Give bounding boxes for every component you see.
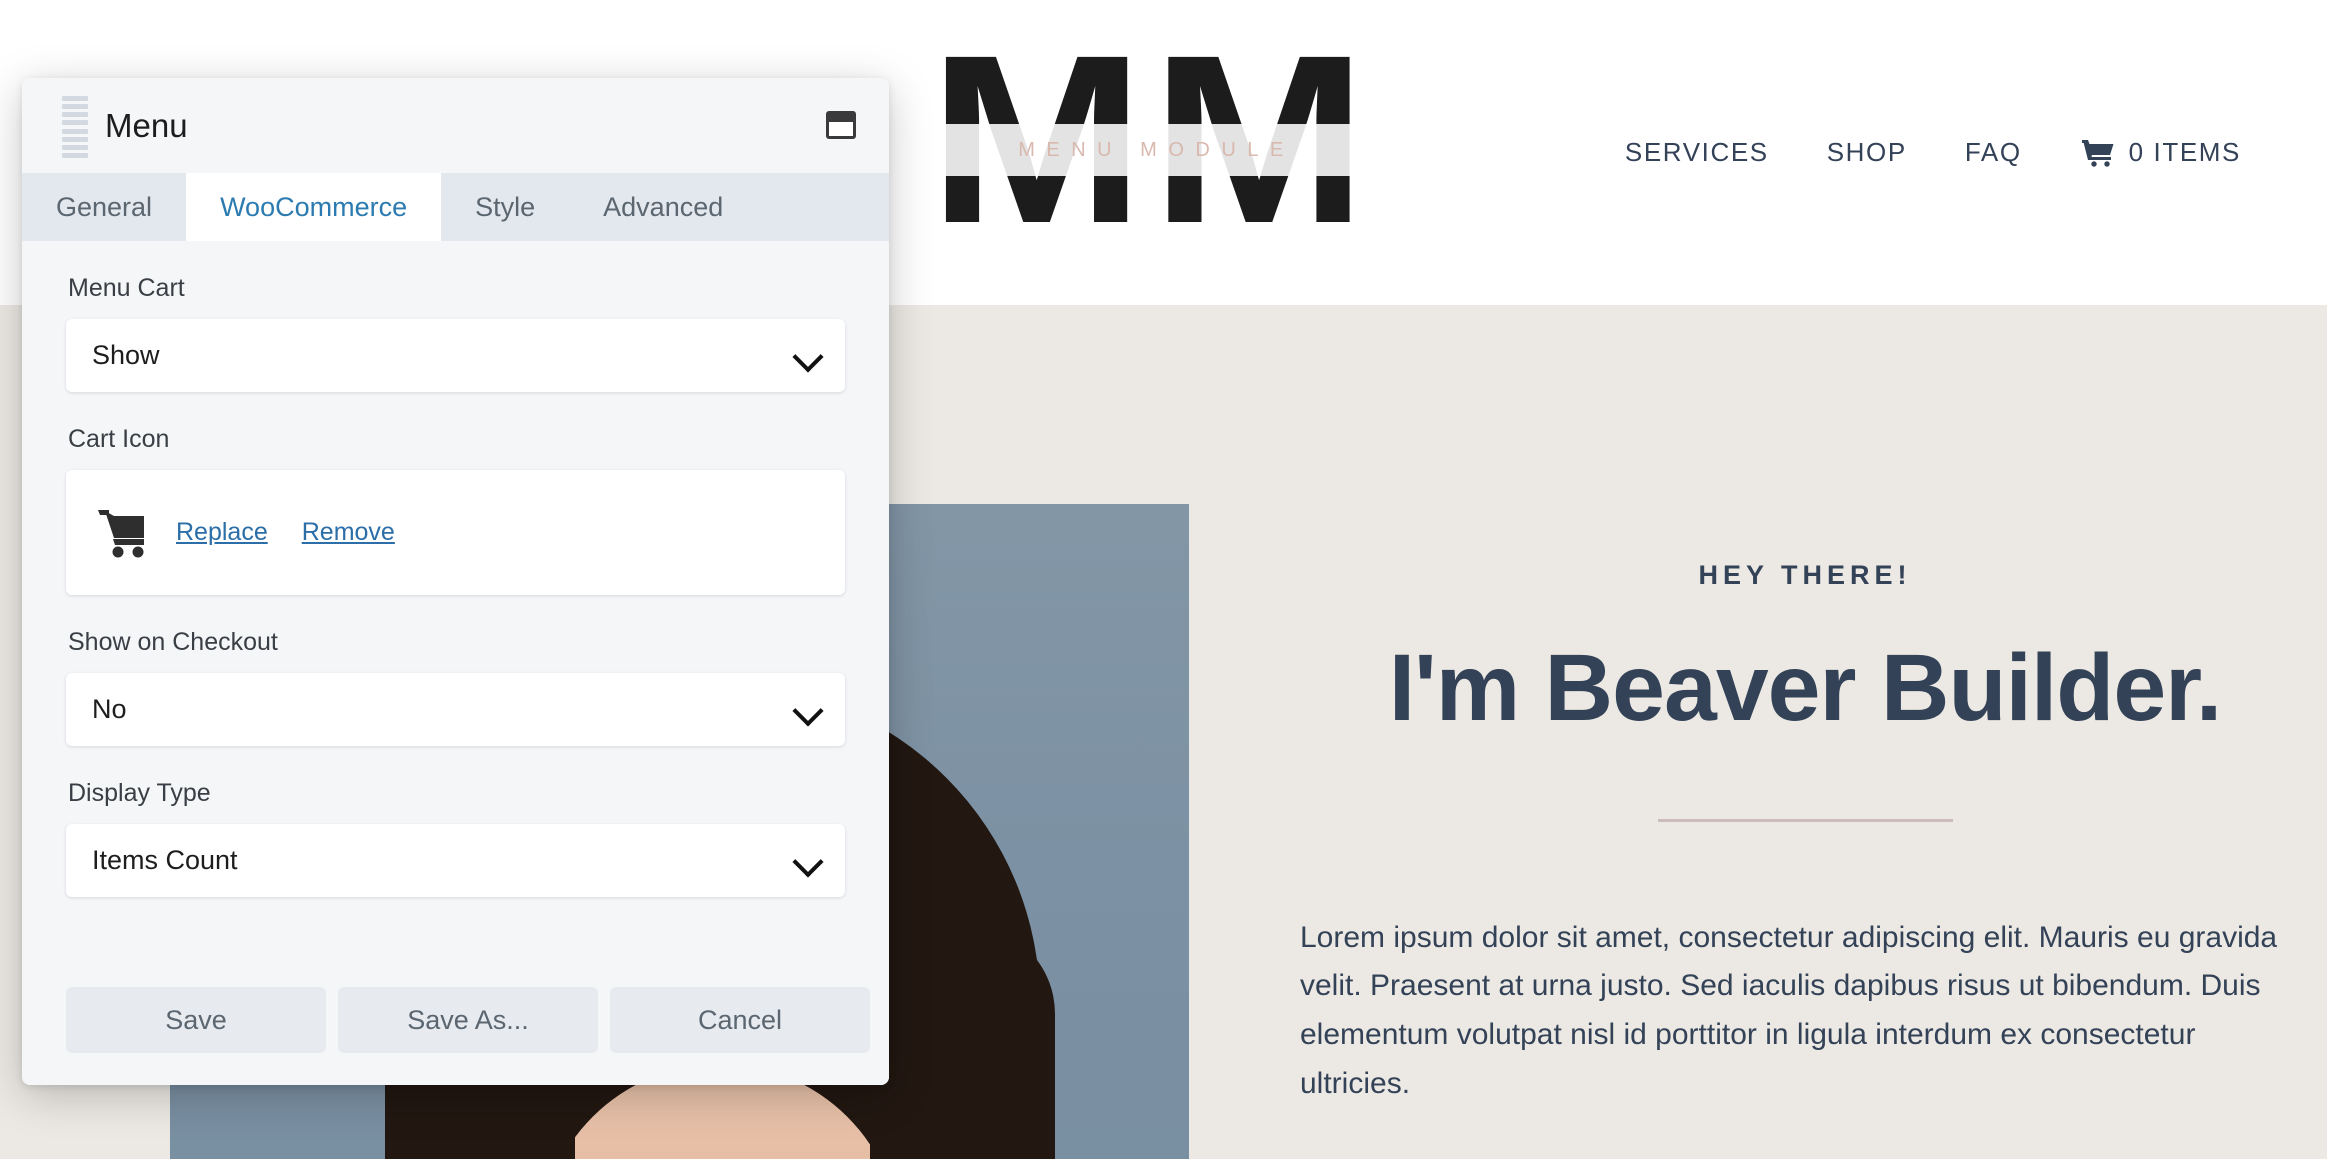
field-label-menu-cart: Menu Cart [68,274,185,302]
shopping-cart-icon [2081,139,2114,167]
nav-link-shop[interactable]: SHOP [1798,137,1936,168]
site-logo[interactable]: MM MENU MODULE [900,19,1402,259]
hero-eyebrow: HEY THERE! [1698,560,1912,590]
photo-hair-right [870,924,1055,1159]
tab-advanced[interactable]: Advanced [569,173,758,241]
hero-title: I'm Beaver Builder. [1388,635,2223,741]
tab-style[interactable]: Style [441,173,570,241]
nav-link-services[interactable]: SERVICES [1596,137,1798,168]
select-menu-cart[interactable]: Show [66,319,845,392]
hero-body-text: Lorem ipsum dolor sit amet, consectetur … [1300,920,2278,1100]
nav-link-faq[interactable]: FAQ [1936,137,2051,168]
chevron-down-icon [792,845,824,878]
remove-icon-link[interactable]: Remove [302,518,395,547]
nav-cart-link[interactable]: 0 ITEMS [2051,137,2241,168]
site-navigation: SERVICES SHOP FAQ 0 ITEMS [1596,0,2241,305]
save-button[interactable]: Save [66,987,326,1053]
field-menu-cart: Menu Cart Show [22,241,889,392]
panel-tabs: General WooCommerce Style Advanced [22,173,889,241]
select-display-type-value: Items Count [92,845,238,875]
drag-handle-icon[interactable] [62,96,88,158]
field-show-on-checkout: Show on Checkout No [22,595,889,746]
tab-general[interactable]: General [22,173,187,241]
logo-banner: MENU MODULE [900,124,1402,176]
panel-header: Menu [22,78,889,173]
nav-cart-label: 0 ITEMS [2128,137,2241,167]
shopping-cart-icon [98,509,144,557]
chevron-down-icon [792,340,824,373]
hero-copy: HEY THERE! I'm Beaver Builder. Lorem ips… [1300,560,2310,1108]
cart-icon-preview-box: Replace Remove [66,470,845,595]
logo-banner-text: MENU MODULE [1018,138,1295,161]
dock-position-icon[interactable] [826,111,856,139]
field-label-cart-icon: Cart Icon [68,425,170,453]
field-label-show-on-checkout: Show on Checkout [68,628,278,656]
field-display-type: Display Type Items Count [22,746,889,897]
save-as-button[interactable]: Save As... [338,987,598,1053]
replace-icon-link[interactable]: Replace [176,518,268,547]
select-show-on-checkout[interactable]: No [66,673,845,746]
panel-title: Menu [105,106,188,144]
cancel-button[interactable]: Cancel [610,987,870,1053]
panel-footer: Save Save As... Cancel [22,955,889,1085]
field-label-display-type: Display Type [68,779,211,807]
field-cart-icon: Cart Icon Replace Remove [22,392,889,595]
panel-body: Menu Cart Show Cart Icon Replace Remove [22,241,889,955]
hero-divider [1657,818,1953,822]
select-show-on-checkout-value: No [92,694,127,724]
chevron-down-icon [792,694,824,727]
module-settings-panel: Menu General WooCommerce Style Advanced … [22,78,889,1085]
tab-woocommerce[interactable]: WooCommerce [186,173,442,241]
select-display-type[interactable]: Items Count [66,824,845,897]
select-menu-cart-value: Show [92,340,160,370]
